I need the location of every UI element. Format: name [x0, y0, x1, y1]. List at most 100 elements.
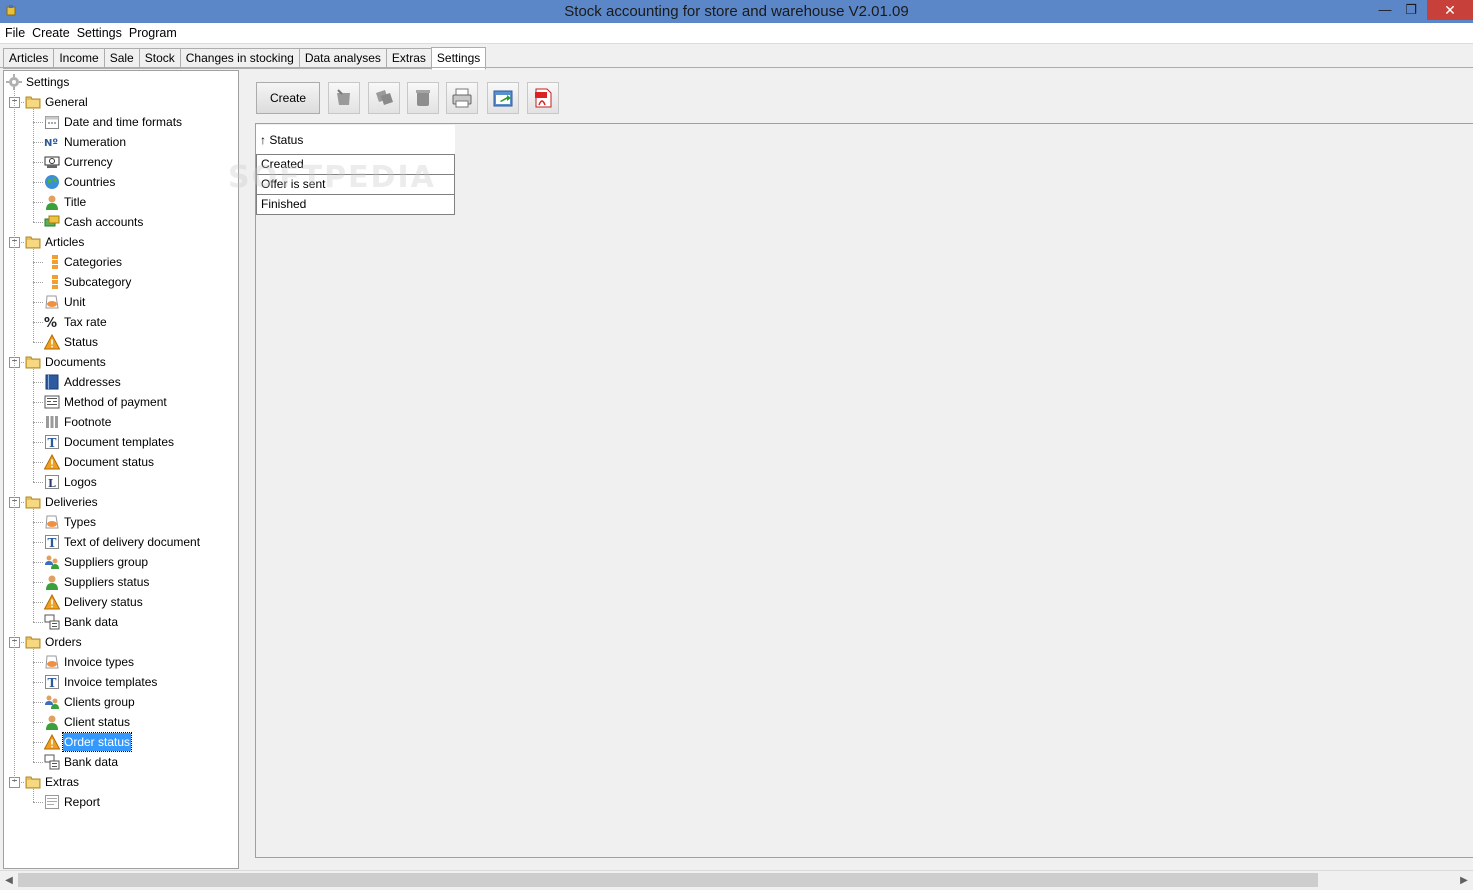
scroll-thumb[interactable] [18, 873, 1318, 887]
export-icon [493, 90, 513, 107]
menu-create[interactable]: Create [30, 23, 72, 43]
print-button[interactable] [446, 82, 478, 114]
tab-changes-in-stocking[interactable]: Changes in stocking [179, 48, 300, 69]
svg-text:T: T [48, 536, 57, 550]
print-icon [452, 88, 472, 108]
pdf-button[interactable] [527, 82, 559, 114]
calendar-icon [44, 114, 60, 130]
warning-icon [43, 453, 61, 470]
tree-item-label: Title [64, 195, 87, 209]
tree-item-label: Method of payment [64, 395, 167, 409]
tab-extras[interactable]: Extras [385, 48, 432, 69]
tree-item-label: Cash accounts [64, 215, 144, 229]
delete-icon [416, 90, 430, 106]
tab-articles[interactable]: Articles [3, 48, 55, 69]
tree-item-label: Bank data [64, 615, 119, 629]
tree-item-label: Order status [61, 732, 133, 752]
menu-bar: File Create Settings Program [0, 23, 1473, 44]
tree-item-label: Types [64, 515, 97, 529]
tree-connector [33, 402, 43, 403]
tree-item-label: Subcategory [64, 275, 132, 289]
edit-icon [337, 89, 350, 105]
svg-text:%: % [44, 316, 57, 330]
scroll-left-arrow-icon[interactable]: ◀ [2, 873, 16, 888]
tree-item-label: Clients group [64, 695, 135, 709]
tree-connector [33, 762, 43, 763]
delete-button[interactable] [407, 82, 439, 114]
tree-item-label: Categories [64, 255, 123, 269]
tree-item-label: Documents [45, 355, 106, 369]
group-icon [44, 554, 60, 570]
unit-icon [44, 294, 60, 310]
footnote-icon [44, 414, 60, 430]
copy-button[interactable] [368, 82, 400, 114]
tree-item-label: Logos [64, 475, 97, 489]
tree-item-label: Suppliers group [64, 555, 149, 569]
minimize-button[interactable]: — [1372, 0, 1398, 20]
tab-income[interactable]: Income [53, 48, 105, 69]
column-header-status[interactable]: ↑ Status [256, 125, 455, 154]
tree-connector [33, 802, 43, 803]
create-button[interactable]: Create [256, 82, 320, 114]
report-icon [44, 794, 60, 810]
close-button[interactable]: ✕ [1427, 0, 1473, 20]
table-row[interactable]: Finished [256, 195, 455, 215]
horizontal-scrollbar[interactable]: ◀ ▶ [0, 870, 1473, 890]
tree-connector [33, 462, 43, 463]
tree-item-label: Document templates [64, 435, 175, 449]
tree-connector [33, 702, 43, 703]
menu-settings[interactable]: Settings [75, 23, 124, 43]
unit-icon [44, 654, 60, 670]
tree-item-label: Articles [45, 235, 85, 249]
tree-item-label: Document status [64, 455, 155, 469]
scroll-right-arrow-icon[interactable]: ▶ [1457, 873, 1471, 888]
tree-connector [33, 422, 43, 423]
tab-data-analyses[interactable]: Data analyses [298, 48, 387, 69]
tree-connector [33, 247, 34, 342]
tree-item-label: Unit [64, 295, 86, 309]
settings-tree[interactable]: Settings General − Date and time formats Nº N… [3, 70, 239, 869]
tree-item-label: Delivery status [64, 595, 143, 609]
tree-connector [33, 382, 43, 383]
pdf-icon [535, 88, 552, 108]
tree-item-label: Currency [64, 155, 113, 169]
menu-program[interactable]: Program [127, 23, 179, 43]
bank-icon [44, 614, 60, 630]
tab-stock[interactable]: Stock [138, 48, 181, 69]
title-bar: Stock accounting for store and warehouse… [0, 0, 1473, 23]
tree-connector [33, 442, 43, 443]
tree-item-label: Report [64, 795, 101, 809]
tree-connector [33, 322, 43, 323]
tree-connector [33, 342, 43, 343]
cash-icon [44, 214, 60, 230]
tree-item-label: Footnote [64, 415, 112, 429]
tree-connector [33, 622, 43, 623]
template-icon: T [44, 534, 60, 550]
edit-button[interactable] [328, 82, 360, 114]
main-tabs: Articles Income Sale Stock Changes in stocki… [3, 46, 487, 70]
tree-item-label: Invoice templates [64, 675, 158, 689]
content-area [255, 123, 1473, 858]
copy-icon [376, 90, 393, 105]
tree-connector [33, 142, 43, 143]
unit-icon [44, 514, 60, 530]
tree-item-label: Tax rate [64, 315, 107, 329]
tree-connector [33, 222, 43, 223]
tree-connector [33, 367, 34, 482]
tree-connector [33, 722, 43, 723]
bank-icon [44, 754, 60, 770]
tree-connector [33, 182, 43, 183]
tree-connector [33, 662, 43, 663]
tree-connector [33, 282, 43, 283]
tree-item-label: Date and time formats [64, 115, 183, 129]
export-button[interactable] [487, 82, 519, 114]
tree-item-label: Text of delivery document [64, 535, 201, 549]
menu-file[interactable]: File [3, 23, 27, 43]
logo-icon: L [44, 474, 60, 490]
tree-item-label: Settings [26, 75, 70, 89]
tab-sale[interactable]: Sale [103, 48, 140, 69]
currency-icon [44, 154, 60, 170]
maximize-button[interactable]: ❐ [1398, 0, 1424, 20]
tree-item-label: Numeration [64, 135, 127, 149]
number-sign-icon: Nº [44, 134, 60, 150]
